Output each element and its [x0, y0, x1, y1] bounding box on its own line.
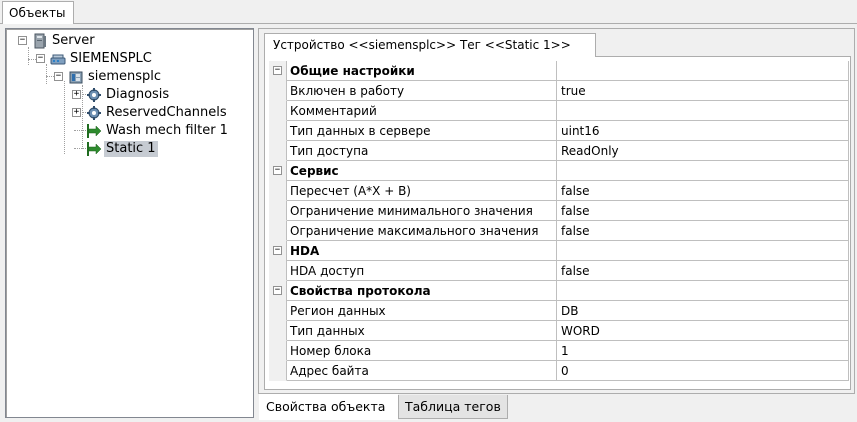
property-row[interactable]: Ограничение максимального значения false [269, 221, 849, 241]
property-name: Тип данных [287, 321, 557, 341]
property-row[interactable]: Тип данных WORD [269, 321, 849, 341]
property-value[interactable]: true [557, 81, 849, 101]
tree-node-server[interactable]: Server [50, 33, 97, 49]
row-gutter [269, 321, 287, 341]
property-name: Комментарий [287, 101, 557, 121]
property-row[interactable]: Включен в работу true [269, 81, 849, 101]
row-gutter [269, 301, 287, 321]
row-gutter [269, 261, 287, 281]
tab-object-properties[interactable]: Свойства объекта [259, 394, 398, 420]
property-value [557, 61, 849, 81]
category-collapse-toggle[interactable]: − [273, 166, 282, 175]
tag-arrow-icon [87, 124, 102, 138]
row-gutter [269, 121, 287, 141]
tree-node-siemensplc-channel[interactable]: SIEMENSPLC [68, 51, 154, 67]
property-name: Тип данных в сервере [287, 121, 557, 141]
property-value[interactable]: false [557, 221, 849, 241]
property-name: Ограничение минимального значения [287, 201, 557, 221]
tree-connector [64, 81, 65, 154]
property-value[interactable]: WORD [557, 321, 849, 341]
property-name: Номер блока [287, 341, 557, 361]
property-row[interactable]: Пересчет (A*X + B) false [269, 181, 849, 201]
property-value[interactable] [557, 101, 849, 121]
property-value [557, 241, 849, 261]
property-value[interactable]: false [557, 181, 849, 201]
tab-device-tag[interactable]: Устройство <<siemensplc>> Тег <<Static 1… [264, 33, 596, 57]
network-icon [50, 54, 66, 65]
property-row[interactable]: Номер блока 1 [269, 341, 849, 361]
row-gutter: − [269, 161, 287, 181]
row-gutter: − [269, 281, 287, 301]
tag-arrow-icon [87, 142, 102, 156]
category-collapse-toggle[interactable]: − [273, 286, 282, 295]
collapse-toggle[interactable]: − [18, 36, 27, 45]
property-category-row[interactable]: − Свойства протокола [269, 281, 849, 301]
property-value[interactable]: uint16 [557, 121, 849, 141]
property-row[interactable]: Адрес байта 0 [269, 361, 849, 381]
category-label: HDA [287, 241, 557, 261]
collapse-toggle[interactable]: − [54, 72, 63, 81]
property-row[interactable]: Регион данных DB [269, 301, 849, 321]
property-name: Регион данных [287, 301, 557, 321]
property-row[interactable]: Тип доступа ReadOnly [269, 141, 849, 161]
server-icon [34, 33, 46, 49]
property-value[interactable]: false [557, 261, 849, 281]
property-value[interactable]: ReadOnly [557, 141, 849, 161]
property-value[interactable]: DB [557, 301, 849, 321]
property-grid[interactable]: − Общие настройки Включен в работу true Комм… [264, 56, 851, 390]
property-value [557, 281, 849, 301]
row-gutter [269, 341, 287, 361]
category-collapse-toggle[interactable]: − [273, 246, 282, 255]
tab-objects[interactable]: Объекты [2, 1, 74, 24]
row-gutter [269, 101, 287, 121]
category-label: Сервис [287, 161, 557, 181]
expand-toggle[interactable]: + [72, 90, 81, 99]
property-category-row[interactable]: − HDA [269, 241, 849, 261]
expand-toggle[interactable]: + [72, 108, 81, 117]
property-category-row[interactable]: − Сервис [269, 161, 849, 181]
property-name: Адрес байта [287, 361, 557, 381]
row-gutter [269, 221, 287, 241]
row-gutter [269, 361, 287, 381]
category-label: Общие настройки [287, 61, 557, 81]
tree-connector [28, 47, 29, 65]
property-row[interactable]: Ограничение минимального значения false [269, 201, 849, 221]
property-name: Ограничение максимального значения [287, 221, 557, 241]
row-gutter [269, 81, 287, 101]
row-gutter: − [269, 241, 287, 261]
property-name: HDA доступ [287, 261, 557, 281]
tree-node-siemensplc-device[interactable]: siemensplc [86, 69, 163, 85]
category-label: Свойства протокола [287, 281, 557, 301]
category-collapse-toggle[interactable]: − [273, 66, 282, 75]
property-value[interactable]: false [557, 201, 849, 221]
property-value [557, 161, 849, 181]
gear-icon [87, 88, 101, 102]
property-row[interactable]: Комментарий [269, 101, 849, 121]
row-gutter [269, 141, 287, 161]
tree-node-reservedchannels[interactable]: ReservedChannels [104, 105, 229, 121]
property-row[interactable]: HDA доступ false [269, 261, 849, 281]
device-icon [69, 71, 83, 84]
property-category-row[interactable]: − Общие настройки [269, 61, 849, 81]
tree-node-diagnosis[interactable]: Diagnosis [104, 87, 171, 103]
tree-connector [46, 64, 47, 84]
row-gutter [269, 181, 287, 201]
property-row[interactable]: Тип данных в сервере uint16 [269, 121, 849, 141]
tree-node-wash-mech-filter-1[interactable]: Wash mech filter 1 [104, 123, 230, 139]
property-name: Пересчет (A*X + B) [287, 181, 557, 201]
tab-tag-table[interactable]: Таблица тегов [398, 395, 508, 419]
row-gutter [269, 201, 287, 221]
tab-strip-divider [0, 23, 857, 24]
collapse-toggle[interactable]: − [36, 54, 45, 63]
property-name: Тип доступа [287, 141, 557, 161]
row-gutter: − [269, 61, 287, 81]
property-value[interactable]: 1 [557, 341, 849, 361]
property-value[interactable]: 0 [557, 361, 849, 381]
gear-icon [87, 106, 101, 120]
tree-node-static-1[interactable]: Static 1 [104, 141, 158, 157]
property-name: Включен в работу [287, 81, 557, 101]
object-tree[interactable]: − Server − SIEMENSPLC − siemensplc + Dia… [5, 28, 254, 418]
